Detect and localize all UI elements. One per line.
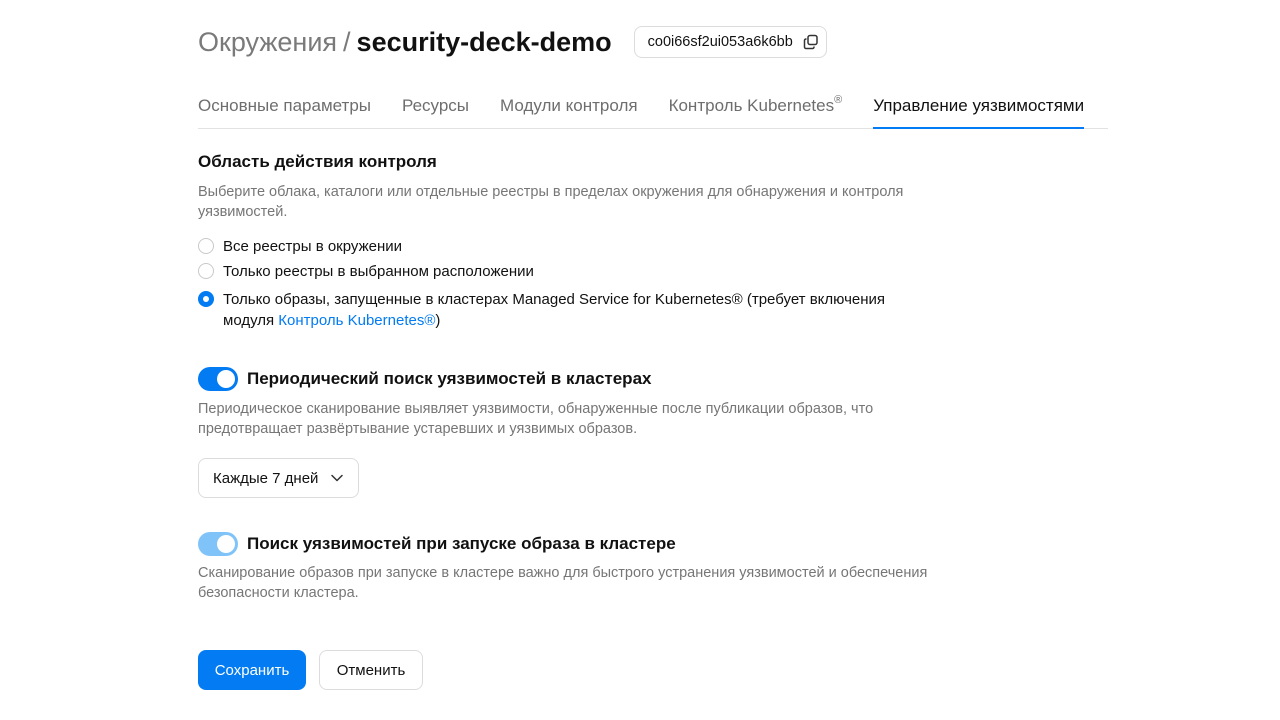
tab-kubernetes-control[interactable]: Контроль Kubernetes® [669, 88, 843, 128]
scope-section-title: Область действия контроля [198, 152, 437, 171]
breadcrumb-separator: / [343, 26, 351, 57]
periodic-scan-row: Периодический поиск уязвимостей в класте… [198, 367, 938, 391]
cancel-button[interactable]: Отменить [319, 650, 423, 690]
environment-id-chip[interactable]: co0i66sf2ui053a6k6bb [633, 26, 827, 58]
tab-general[interactable]: Основные параметры [198, 88, 371, 128]
scope-option-label: Только образы, запущенные в кластерах Ma… [223, 289, 923, 331]
page: Окружения / security-deck-demo co0i66sf2… [0, 0, 1280, 720]
tab-bar: Основные параметры Ресурсы Модули контро… [198, 88, 1108, 129]
chevron-down-icon [331, 474, 343, 482]
radio-button-checked[interactable] [198, 291, 214, 307]
settings-content: Область действия контроля Выберите облак… [198, 150, 938, 603]
registered-mark: ® [834, 94, 843, 106]
page-header: Окружения / security-deck-demo co0i66sf2… [198, 24, 827, 60]
periodic-scan-description: Периодическое сканирование выявляет уязв… [198, 401, 874, 437]
breadcrumb-environments[interactable]: Окружения [198, 27, 337, 58]
tab-resources[interactable]: Ресурсы [402, 88, 469, 128]
launch-scan-toggle[interactable] [198, 532, 238, 556]
tab-general-label: Основные параметры [198, 96, 371, 115]
scope-option-closing: ) [435, 312, 441, 329]
scope-description: Выберите облака, каталоги или отдельные … [198, 184, 904, 220]
launch-scan-label: Поиск уязвимостей при запуске образа в к… [247, 534, 676, 553]
scope-option-k8s-images[interactable]: Только образы, запущенные в кластерах Ma… [198, 289, 938, 331]
tab-kubernetes-control-label: Контроль Kubernetes [668, 96, 835, 115]
radio-button[interactable] [198, 238, 214, 254]
tab-vulnerability-management-label: Управление уязвимостями [873, 96, 1085, 115]
periodic-scan-label: Периодический поиск уязвимостей в класте… [247, 369, 652, 388]
launch-scan-description: Сканирование образов при запуске в класт… [198, 565, 928, 601]
page-title: security-deck-demo [356, 26, 612, 57]
scope-radio-group: Все реестры в окружении Только реестры в… [198, 236, 938, 331]
tab-vulnerability-management[interactable]: Управление уязвимостями [873, 88, 1085, 129]
launch-scan-row: Поиск уязвимостей при запуске образа в к… [198, 532, 938, 556]
radio-button[interactable] [198, 263, 214, 279]
scope-option-all-registries[interactable]: Все реестры в окружении [198, 236, 938, 257]
copy-icon[interactable] [803, 34, 819, 50]
periodic-scan-toggle[interactable] [198, 367, 238, 391]
tab-control-modules[interactable]: Модули контроля [500, 88, 638, 128]
kubernetes-control-link[interactable]: Контроль Kubernetes® [278, 312, 435, 329]
scope-option-label: Все реестры в окружении [223, 238, 403, 255]
scope-option-label: Только реестры в выбранном расположении [223, 263, 534, 280]
tab-resources-label: Ресурсы [402, 96, 470, 115]
environment-id: co0i66sf2ui053a6k6bb [647, 34, 793, 50]
scan-interval-select[interactable]: Каждые 7 дней [198, 458, 359, 498]
save-button[interactable]: Сохранить [198, 650, 306, 690]
tab-control-modules-label: Модули контроля [500, 96, 638, 115]
scope-option-selected-location[interactable]: Только реестры в выбранном расположении [198, 261, 938, 282]
scan-interval-value: Каждые 7 дней [213, 469, 319, 487]
